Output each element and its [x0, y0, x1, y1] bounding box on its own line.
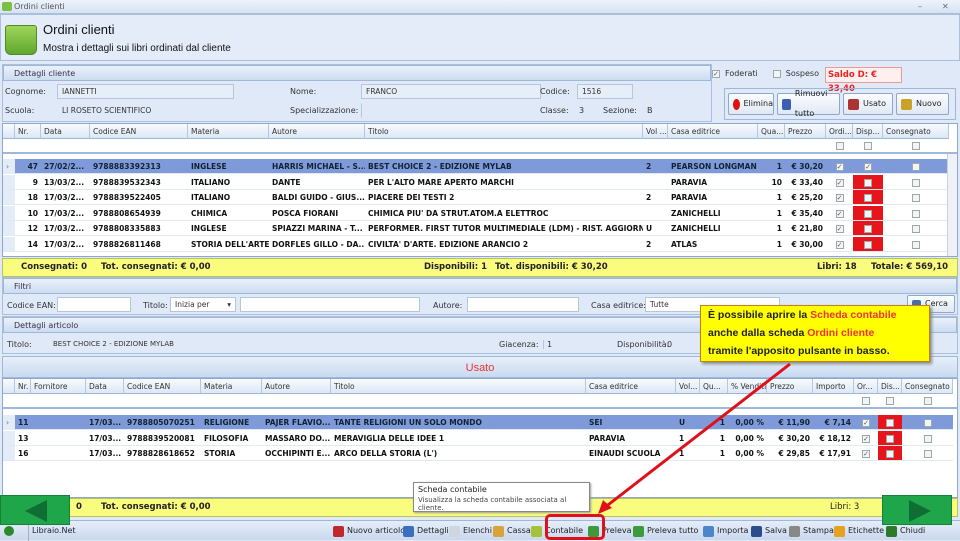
next-slide-button[interactable]: [882, 495, 952, 525]
arrow-right-icon: [909, 500, 931, 522]
pointer-arrow: [598, 362, 791, 514]
prev-slide-button[interactable]: [0, 495, 70, 525]
arrow-left-icon: [25, 500, 47, 522]
